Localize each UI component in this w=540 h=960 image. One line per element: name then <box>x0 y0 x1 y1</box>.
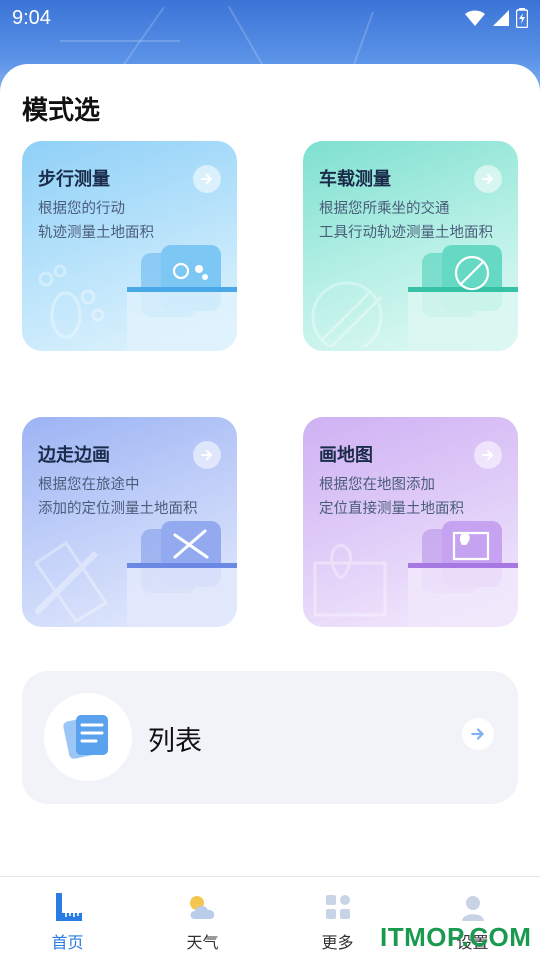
document-list-icon <box>63 715 108 759</box>
map-pin-icon <box>408 521 518 627</box>
walk-draw-card[interactable]: 边走边画 根据您在旅途中 添加的定位测量土地面积 <box>22 417 237 627</box>
card-title: 边走边画 <box>38 445 110 466</box>
signal-icon <box>493 10 509 26</box>
card-description: 根据您所乘坐的交通 工具行动轨迹测量土地面积 <box>319 201 493 241</box>
card-title: 步行测量 <box>38 169 110 190</box>
tab-weather[interactable]: 天气 <box>135 877 270 960</box>
arrow-right-icon <box>474 165 502 193</box>
ruler-pencil-icon <box>127 521 237 627</box>
list-entry-label: 列表 <box>148 726 202 757</box>
walk-measure-card[interactable]: 步行测量 根据您的行动 轨迹测量土地面积 <box>22 141 237 351</box>
wifi-icon <box>465 10 485 26</box>
vehicle-measure-card[interactable]: 车载测量 根据您所乘坐的交通 工具行动轨迹测量土地面积 <box>303 141 518 351</box>
status-bar: 9:04 <box>0 0 540 36</box>
user-icon <box>461 896 484 921</box>
card-description: 根据您在地图添加 定位直接测量土地面积 <box>319 477 464 517</box>
arrow-right-icon <box>474 441 502 469</box>
footprint-icon <box>127 245 237 351</box>
card-description: 根据您在旅途中 添加的定位测量土地面积 <box>38 477 198 517</box>
list-entry-card[interactable]: 列表 <box>22 671 518 804</box>
arrow-right-icon <box>193 165 221 193</box>
status-time: 9:04 <box>12 6 51 29</box>
battery-icon <box>516 8 528 28</box>
list-icon-badge <box>44 693 132 781</box>
map-pin-ghost-icon <box>313 543 387 617</box>
tab-label: 天气 <box>186 933 219 952</box>
grid-icon <box>325 895 350 919</box>
protractor-icon <box>408 245 518 351</box>
card-title: 车载测量 <box>319 169 391 190</box>
watermark-text: ITMOP.COM <box>380 922 532 952</box>
card-description: 根据您的行动 轨迹测量土地面积 <box>38 201 154 241</box>
protractor-ghost-icon <box>311 281 383 347</box>
arrow-right-icon <box>193 441 221 469</box>
arrow-right-icon <box>462 718 494 750</box>
footprint-ghost-icon <box>38 264 105 339</box>
card-title: 画地图 <box>319 445 373 466</box>
section-title: 模式选 <box>22 96 101 126</box>
tab-home[interactable]: 首页 <box>0 877 135 960</box>
draw-map-card[interactable]: 画地图 根据您在地图添加 定位直接测量土地面积 <box>303 417 518 627</box>
weather-icon <box>189 896 214 919</box>
tab-label: 首页 <box>51 933 84 952</box>
ruler-icon <box>55 893 82 921</box>
ruler-pencil-ghost-icon <box>33 540 109 623</box>
tab-label: 更多 <box>321 933 354 952</box>
